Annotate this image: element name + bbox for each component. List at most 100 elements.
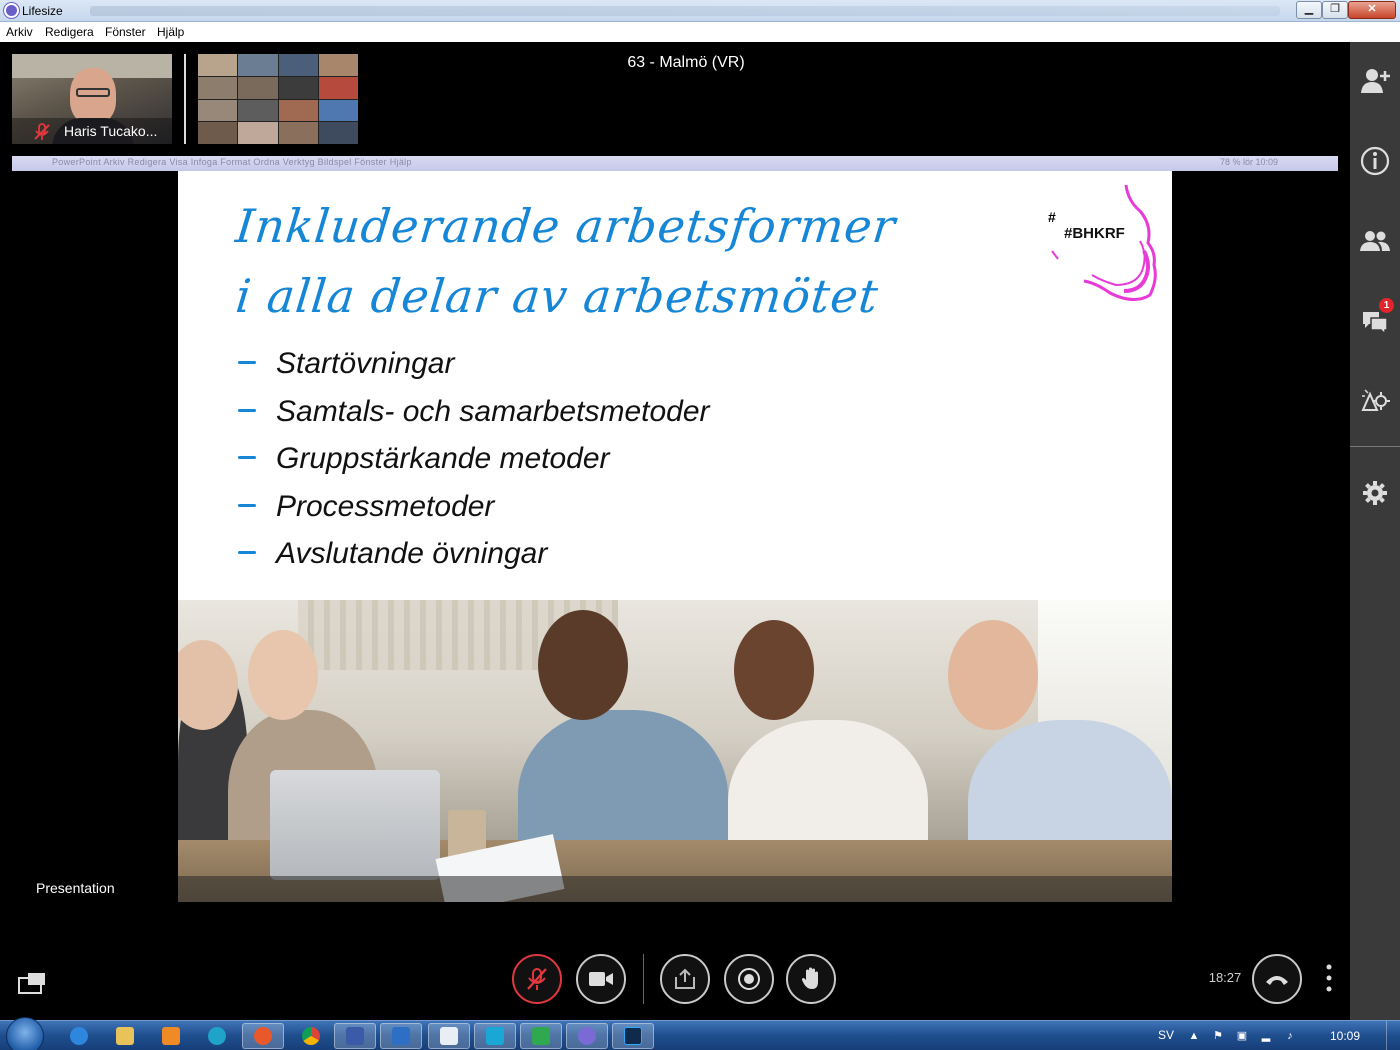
menu-arkiv[interactable]: Arkiv [6,25,33,39]
participant-gallery-thumbnail[interactable] [198,54,358,144]
chat-button[interactable]: 1 [1358,298,1394,338]
self-video-thumbnail[interactable]: Haris Tucako... [12,54,172,144]
participants-button[interactable] [1358,224,1392,258]
taskbar-notepad[interactable] [428,1023,470,1049]
notepad-icon [440,1027,458,1045]
slide-team-photo [178,600,1172,902]
close-button[interactable]: ✕ [1348,1,1396,19]
info-button[interactable] [1358,144,1392,178]
photo-face-woman-2 [734,620,814,720]
bullet-text: Startövningar [276,347,455,380]
call-stage: Haris Tucako... 63 - Malmö (VR) PowerPoi… [0,42,1350,1020]
slide-heading-line-2: i alla delar av arbetsmötet [233,269,882,323]
window-title: Lifesize [22,4,63,18]
thumbnail-divider [184,54,186,144]
taskbar-internet-explorer[interactable] [58,1023,100,1049]
tray-app-icon[interactable]: ▣ [1236,1030,1248,1042]
photo-caption-shade [178,876,1172,902]
mute-microphone-button[interactable] [512,954,562,1004]
chrome-icon [302,1027,320,1045]
lifesize-window: Lifesize ▁ ❐ ✕ Arkiv Redigera Fönster Hj… [0,0,1400,1050]
settings-button[interactable] [1358,476,1392,510]
slide-heading-line-1: Inkluderande arbetsformer [233,199,899,253]
participant-glasses [76,88,110,97]
chat-unread-badge: 1 [1379,298,1394,313]
minimize-button[interactable]: ▁ [1296,1,1322,19]
share-screen-icon [675,968,695,989]
participants-icon [1360,231,1390,251]
menu-fonster[interactable]: Fönster [105,25,146,39]
bullet-dash [238,408,256,412]
maximize-button[interactable]: ❐ [1322,1,1348,19]
video-camera-icon [589,972,613,986]
show-desktop-button[interactable] [1386,1021,1400,1050]
taskbar-security[interactable] [520,1023,562,1049]
volume-icon[interactable]: ♪ [1284,1030,1296,1042]
internet-explorer-icon [70,1027,88,1045]
lifesize-app-icon [4,3,19,18]
photo-laptop [270,770,440,880]
taskbar-malwarebytes[interactable] [474,1023,516,1049]
start-button[interactable] [6,1017,44,1050]
lifesize-icon [578,1027,596,1045]
menu-hjalp[interactable]: Hjälp [157,25,184,39]
menu-redigera[interactable]: Redigera [45,25,94,39]
taskbar-media-player[interactable] [150,1023,192,1049]
tray-expand-icon[interactable]: ▲ [1188,1030,1200,1042]
windows-taskbar: SV ▲ ⚑ ▣ ▂ ♪ 10:09 [0,1017,1400,1050]
hang-up-button[interactable] [1252,954,1302,1004]
raise-hand-icon [801,967,818,989]
photo-face-woman-1 [248,630,318,720]
shared-slide: Inkluderande arbetsformer i alla delar a… [178,171,1172,902]
shared-menubar-status: 78 % lör 10:09 [1219,157,1278,167]
taskbar-lifesize[interactable] [566,1023,608,1049]
bhkrf-logo: # #BHKRF [1044,181,1164,306]
picture-in-picture-icon[interactable] [18,972,46,994]
controls-divider [643,954,644,1004]
sidebar-divider [1350,446,1400,447]
taskbar-photoshop[interactable] [612,1023,654,1049]
firefox-icon [254,1027,272,1045]
bullet-dash [238,456,256,459]
bullet-dash [238,551,256,554]
photo-face-man-center [538,610,628,720]
taskbar-firefox[interactable] [242,1023,284,1049]
photoshop-icon [624,1027,642,1045]
presentation-label: Presentation [36,880,115,896]
taskbar-outlook[interactable] [380,1023,422,1049]
gear-icon [1363,481,1387,505]
shield-icon [532,1027,550,1045]
network-signal-icon[interactable]: ▂ [1260,1030,1272,1042]
face-profile-logo-icon [1051,184,1157,301]
bullet-text: Gruppstärkande metoder [276,442,610,475]
taskbar-file-explorer[interactable] [104,1023,146,1049]
self-participant-name: Haris Tucako... [64,123,158,139]
hang-up-icon [1266,976,1288,985]
malwarebytes-icon [486,1027,504,1045]
more-options-icon[interactable] [1322,962,1336,994]
outlook-icon [392,1027,410,1045]
raise-hand-button[interactable] [786,954,836,1004]
presentation-settings-button[interactable] [1358,384,1392,418]
floppy-disk-icon [346,1027,364,1045]
camera-button[interactable] [576,954,626,1004]
bullet-text: Avslutande övningar [276,537,548,570]
taskbar-edge[interactable] [196,1023,238,1049]
taskbar-clock[interactable]: 10:09 [1320,1029,1370,1043]
taskbar-save-app[interactable] [334,1023,376,1049]
title-bar: Lifesize ▁ ❐ ✕ [0,0,1400,22]
add-participant-button[interactable] [1358,64,1392,98]
record-button[interactable] [724,954,774,1004]
share-screen-button[interactable] [660,954,710,1004]
flag-icon[interactable]: ⚑ [1212,1030,1224,1042]
bullet-dash [238,503,256,507]
taskbar-chrome[interactable] [290,1023,332,1049]
bullet-dash [238,361,256,364]
bullet-text: Samtals- och samarbetsmetoder [276,394,710,428]
presentation-settings-icon [1361,389,1390,411]
input-language[interactable]: SV [1158,1028,1174,1042]
media-player-icon [162,1027,180,1045]
photo-face-right [948,620,1038,730]
info-icon [1360,146,1390,176]
bullet-text: Processmetoder [276,489,495,523]
